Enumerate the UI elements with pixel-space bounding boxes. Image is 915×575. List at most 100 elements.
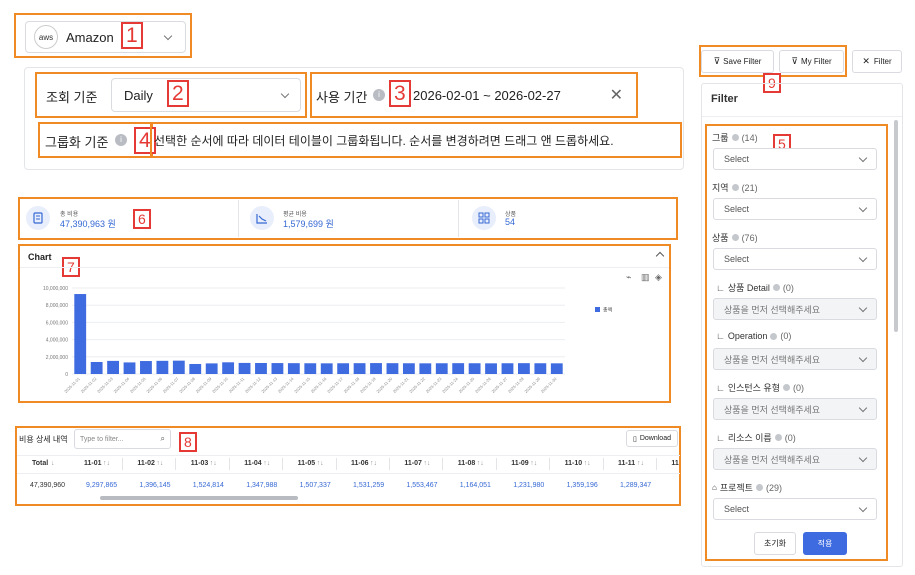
bar[interactable] xyxy=(222,362,235,374)
filter-scrollbar[interactable] xyxy=(894,120,898,332)
filter-label-text: 리소스 이름 xyxy=(727,433,772,443)
bar[interactable] xyxy=(205,363,218,374)
tree-branch-icon: ∟ xyxy=(716,382,725,393)
bar[interactable] xyxy=(501,363,514,374)
filter-select[interactable]: 상품을 먼저 선택해주세요 xyxy=(713,298,877,320)
tag-icon: ⌂ xyxy=(712,483,717,492)
bar[interactable] xyxy=(550,363,563,374)
filter-select-value: Select xyxy=(724,254,750,264)
column-header[interactable]: 11-05 xyxy=(298,460,316,467)
bar[interactable] xyxy=(402,363,415,374)
filter-select[interactable]: 상품을 먼저 선택해주세요 xyxy=(713,448,877,470)
column-header[interactable]: 11-07 xyxy=(404,460,422,467)
bar[interactable] xyxy=(255,362,267,374)
bar[interactable] xyxy=(353,363,366,374)
bar[interactable] xyxy=(140,361,152,374)
annotation-6: 6 xyxy=(133,209,151,229)
bar[interactable] xyxy=(518,363,530,374)
apply-button[interactable]: 적용 xyxy=(803,532,847,555)
save-filter-button[interactable]: ⊽ Save Filter xyxy=(701,50,774,73)
download-button[interactable]: ▯ Download xyxy=(626,430,678,447)
reset-button[interactable]: 초기화 xyxy=(754,532,796,555)
x-tick-label: 2025-11-15 xyxy=(293,376,311,394)
x-tick-label: 2025-11-06 xyxy=(145,376,163,394)
bar[interactable] xyxy=(107,360,119,374)
bar[interactable] xyxy=(90,361,103,374)
bar[interactable] xyxy=(386,363,399,374)
table-cell: 1,164,051 xyxy=(459,482,491,489)
filter-select[interactable]: Select xyxy=(713,198,877,220)
sort-icon: ↑↓ xyxy=(476,460,484,467)
column-header[interactable]: 11-01 xyxy=(84,460,102,467)
bar[interactable] xyxy=(370,363,382,374)
column-header[interactable]: 11-08 xyxy=(458,460,476,467)
filter-label: ∟ Operation (0) xyxy=(716,331,791,341)
filter-icon: ⊽ xyxy=(791,56,798,66)
bar[interactable] xyxy=(287,363,300,374)
y-tick-label: 2,000,000 xyxy=(46,355,68,361)
bar[interactable] xyxy=(189,363,202,374)
column-header[interactable]: 11-02 xyxy=(137,460,155,467)
clear-icon[interactable]: ✕ xyxy=(610,85,623,105)
kpi-value: 47,390,963 원 xyxy=(60,219,116,229)
chevron-down-icon xyxy=(858,403,868,412)
bar[interactable] xyxy=(156,360,169,374)
column-header[interactable]: 11-04 xyxy=(244,460,262,467)
bar[interactable] xyxy=(172,360,185,374)
query-basis-value: Daily xyxy=(124,87,153,103)
bar[interactable] xyxy=(74,294,87,374)
bar[interactable] xyxy=(452,363,465,374)
bar[interactable] xyxy=(271,363,284,374)
column-divider xyxy=(228,458,230,470)
column-divider xyxy=(495,458,497,470)
filter-select[interactable]: Select xyxy=(713,498,877,520)
x-tick-label: 2025-11-13 xyxy=(260,376,278,394)
chevron-down-icon xyxy=(858,253,868,262)
column-divider xyxy=(335,458,337,470)
table-search-input[interactable]: Type to filter... ⌕ xyxy=(74,429,171,449)
bar[interactable] xyxy=(485,363,497,374)
bar[interactable] xyxy=(534,363,547,374)
filter-label-text: 상품 xyxy=(712,233,729,243)
my-filter-button[interactable]: ⊽ My Filter xyxy=(779,50,844,73)
account-selector[interactable]: aws Amazon xyxy=(25,21,186,53)
legend-label: 총액 xyxy=(603,307,613,314)
usage-period-input[interactable]: 2026-02-01 ~ 2026-02-27 ✕ xyxy=(405,78,633,112)
column-header[interactable]: 11-03 xyxy=(191,460,209,467)
bar[interactable] xyxy=(337,363,350,374)
filter-select[interactable]: Select xyxy=(713,148,877,170)
x-tick-label: 2025-11-27 xyxy=(490,376,508,394)
column-header[interactable]: 11-10 xyxy=(565,460,583,467)
bar[interactable] xyxy=(468,363,481,374)
sort-icon: ↑↓ xyxy=(530,460,538,467)
filter-select[interactable]: 상품을 먼저 선택해주세요 xyxy=(713,398,877,420)
total-header[interactable]: Total xyxy=(32,460,48,467)
x-tick-label: 2025-11-05 xyxy=(129,376,147,394)
clear-filter-button[interactable]: ✕ Filter xyxy=(852,50,902,73)
sort-icon: ↑↓ xyxy=(209,460,217,467)
query-basis-select[interactable]: Daily xyxy=(111,78,301,112)
chart-header-divider xyxy=(20,267,669,268)
bar[interactable] xyxy=(304,363,317,374)
x-tick-label: 2025-11-29 xyxy=(523,376,541,394)
bar[interactable] xyxy=(435,363,448,374)
horizontal-scrollbar[interactable] xyxy=(100,496,298,500)
bar[interactable] xyxy=(320,363,333,374)
column-header[interactable]: 11-11 xyxy=(618,460,635,467)
clear-filter-label: Filter xyxy=(873,57,892,66)
column-header[interactable]: 11-09 xyxy=(511,460,529,467)
column-header[interactable]: 11-06 xyxy=(351,460,369,467)
column-divider xyxy=(602,458,604,470)
search-icon: ⌕ xyxy=(160,434,165,443)
filter-select-value: 상품을 먼저 선택해주세요 xyxy=(724,404,821,415)
bar[interactable] xyxy=(123,362,136,374)
receipt-icon xyxy=(26,206,50,230)
filter-label: ∟ 인스턴스 유형 (0) xyxy=(716,381,804,394)
my-filter-label: My Filter xyxy=(800,57,832,66)
bar[interactable] xyxy=(238,362,251,374)
filter-select[interactable]: 상품을 먼저 선택해주세요 xyxy=(713,348,877,370)
bar[interactable] xyxy=(419,363,432,374)
table-search-placeholder: Type to filter... xyxy=(80,435,124,443)
column-header[interactable]: 11 xyxy=(671,460,678,467)
filter-select[interactable]: Select xyxy=(713,248,877,270)
